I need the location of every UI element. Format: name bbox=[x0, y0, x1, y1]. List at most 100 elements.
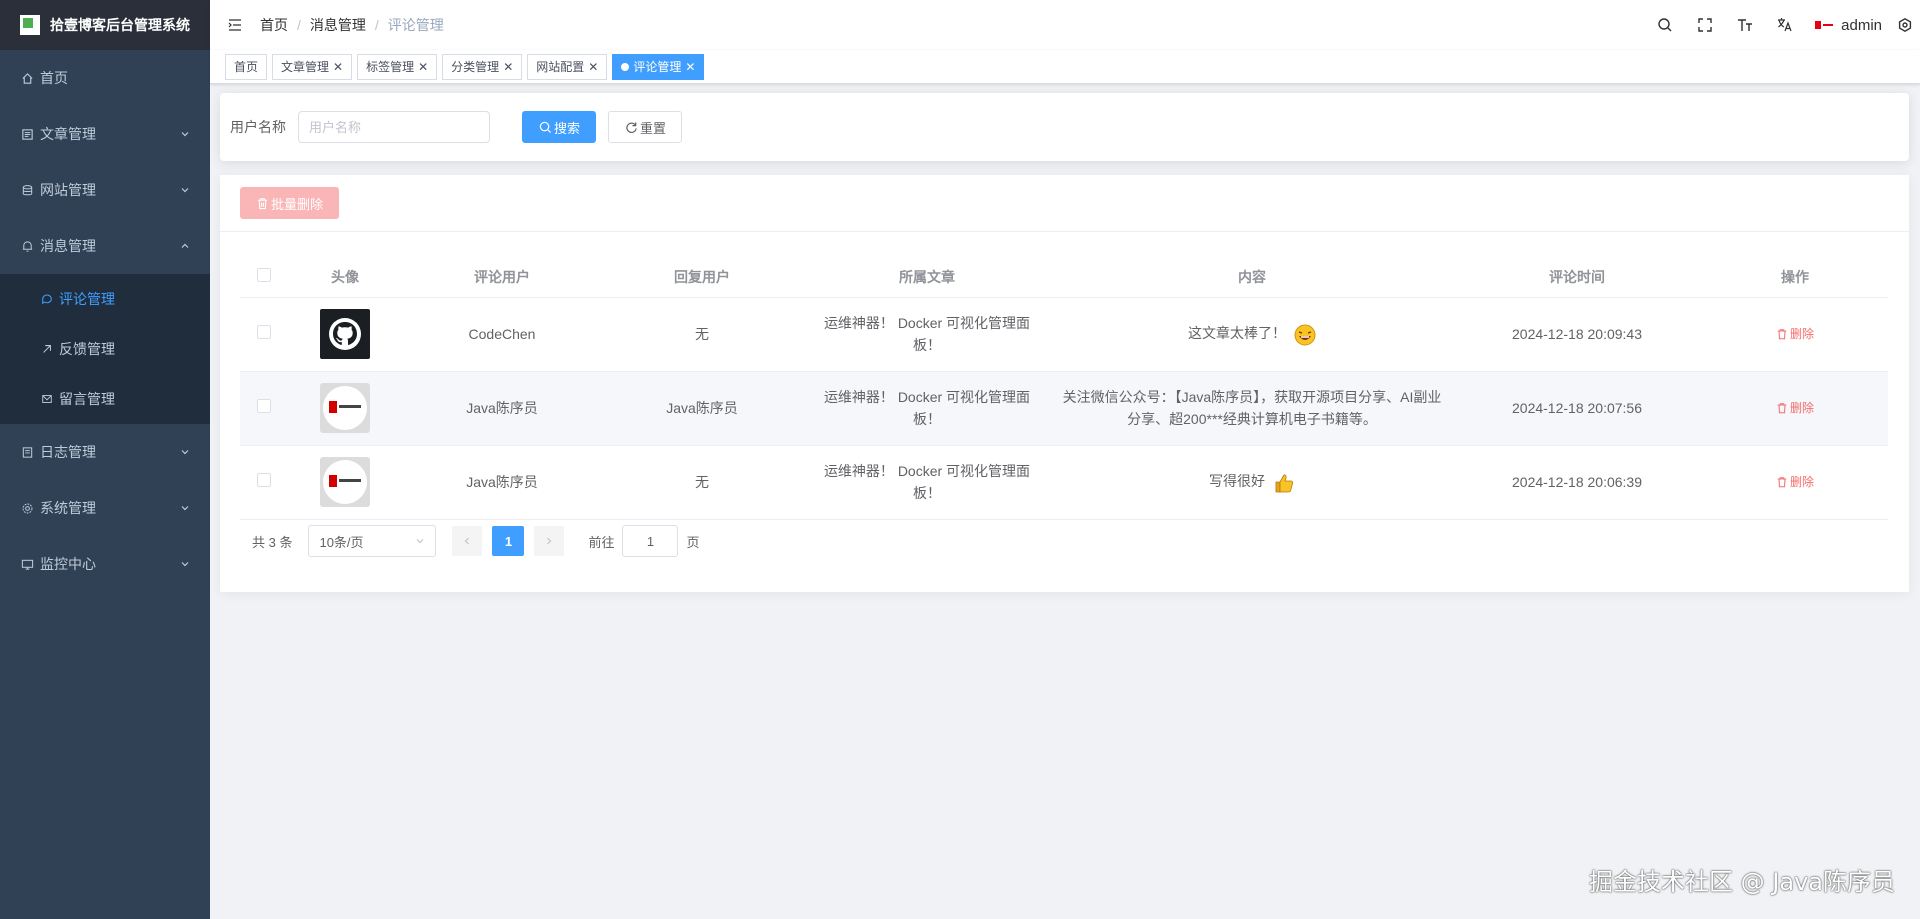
batch-delete-label: 批量删除 bbox=[271, 196, 324, 212]
search-button[interactable]: 搜索 bbox=[522, 111, 597, 143]
close-icon[interactable]: ✕ bbox=[685, 55, 695, 79]
database-icon bbox=[20, 183, 34, 197]
tag-tags[interactable]: 标签管理 ✕ bbox=[357, 53, 438, 80]
tag-site-config[interactable]: 网站配置 ✕ bbox=[527, 53, 608, 80]
batch-delete-button[interactable]: 批量删除 bbox=[240, 187, 340, 219]
column-header: 评论用户 bbox=[402, 257, 602, 298]
page-size-select[interactable]: 10条/页 bbox=[308, 525, 437, 557]
comment-time: 2024-12-18 20:06:39 bbox=[1452, 445, 1702, 520]
sidebar-item-website[interactable]: 网站管理 bbox=[0, 162, 210, 218]
pagination: 共 3 条 10条/页 1 前往 页 bbox=[252, 525, 700, 557]
tag-categories[interactable]: 分类管理 ✕ bbox=[442, 53, 523, 80]
column-header: 头像 bbox=[288, 257, 402, 298]
font-size-icon[interactable] bbox=[1725, 0, 1765, 50]
chevron-down-icon bbox=[181, 188, 189, 193]
tag-articles[interactable]: 文章管理 ✕ bbox=[272, 53, 353, 80]
breadcrumb: 首页 / 消息管理 / 评论管理 bbox=[260, 15, 444, 35]
sidebar-item-label: 评论管理 bbox=[59, 291, 115, 307]
sidebar-item-feedback[interactable]: 反馈管理 bbox=[0, 324, 210, 374]
sidebar-item-comments[interactable]: 评论管理 bbox=[0, 274, 210, 324]
sidebar-item-guestbook[interactable]: 留言管理 bbox=[0, 374, 210, 424]
next-page-button[interactable] bbox=[534, 526, 565, 556]
table-row: CodeChen 无 运维神器！ Docker 可视化管理面板！ 这文章太棒了！… bbox=[240, 297, 1888, 372]
breadcrumb-separator: / bbox=[374, 17, 379, 33]
row-checkbox[interactable] bbox=[257, 473, 271, 487]
select-all-cell bbox=[240, 257, 288, 298]
comment-content-cell: 写得很好 bbox=[1052, 445, 1452, 520]
menu-fold-icon[interactable] bbox=[225, 15, 245, 35]
log-icon bbox=[20, 445, 34, 459]
jump-page-input[interactable] bbox=[622, 525, 679, 557]
search-icon[interactable] bbox=[1645, 0, 1685, 50]
close-icon[interactable]: ✕ bbox=[503, 55, 513, 79]
feedback-icon bbox=[40, 342, 54, 356]
fullscreen-icon[interactable] bbox=[1685, 0, 1725, 50]
laughing-emoji-icon bbox=[1294, 324, 1316, 346]
table-row: Java陈序员 Java陈序员 运维神器！ Docker 可视化管理面板！ 关注… bbox=[240, 371, 1888, 446]
comment-content-cell: 这文章太棒了！ bbox=[1052, 297, 1452, 372]
tags-view: 首页 文章管理 ✕ 标签管理 ✕ 分类管理 ✕ 网站配置 ✕ 评论管理 ✕ bbox=[210, 50, 1920, 84]
settings-icon[interactable] bbox=[1890, 0, 1920, 50]
tag-label: 评论管理 bbox=[633, 59, 682, 74]
trash-icon bbox=[1777, 328, 1787, 339]
delete-button[interactable]: 删除 bbox=[1776, 323, 1814, 345]
row-checkbox[interactable] bbox=[257, 399, 271, 413]
sidebar-item-label: 系统管理 bbox=[40, 500, 96, 516]
breadcrumb-item[interactable]: 首页 bbox=[260, 15, 288, 35]
delete-label: 删除 bbox=[1789, 326, 1814, 341]
comment-content: 关注微信公众号：【Java陈序员】，获取开源项目分享、AI副业分享、超200**… bbox=[1062, 389, 1442, 427]
tag-comments[interactable]: 评论管理 ✕ bbox=[612, 53, 705, 80]
refresh-icon bbox=[624, 120, 638, 134]
table-header-row: 头像 评论用户 回复用户 所属文章 内容 评论时间 操作 bbox=[240, 257, 1888, 298]
breadcrumb-item-current: 评论管理 bbox=[387, 17, 444, 33]
close-icon[interactable]: ✕ bbox=[418, 55, 428, 79]
chevron-up-icon bbox=[181, 243, 189, 248]
sidebar-item-home[interactable]: 首页 bbox=[0, 50, 210, 106]
column-header: 操作 bbox=[1702, 257, 1888, 298]
pagination-total: 共 3 条 bbox=[252, 534, 293, 550]
chevron-down-icon bbox=[181, 132, 189, 137]
search-icon bbox=[538, 120, 552, 134]
tag-home[interactable]: 首页 bbox=[225, 53, 268, 80]
chevron-down-icon bbox=[181, 562, 189, 567]
trash-icon bbox=[256, 197, 269, 210]
flag-icon[interactable] bbox=[1815, 19, 1836, 31]
monitor-icon bbox=[20, 557, 34, 571]
breadcrumb-item[interactable]: 消息管理 bbox=[310, 15, 366, 35]
sidebar-item-logs[interactable]: 日志管理 bbox=[0, 424, 210, 480]
reset-button[interactable]: 重置 bbox=[608, 111, 683, 143]
delete-button[interactable]: 删除 bbox=[1776, 471, 1814, 493]
bell-icon bbox=[20, 239, 34, 253]
sidebar-item-label: 消息管理 bbox=[40, 238, 96, 254]
prev-page-button[interactable] bbox=[452, 526, 483, 556]
tag-label: 文章管理 bbox=[281, 59, 330, 74]
translate-icon[interactable] bbox=[1765, 0, 1805, 50]
logo-bar[interactable]: 拾壹博客后台管理系统 bbox=[0, 0, 210, 50]
watermark: 掘金技术社区 @ Java陈序员 bbox=[1589, 868, 1895, 896]
delete-button[interactable]: 删除 bbox=[1776, 397, 1814, 419]
mail-icon bbox=[40, 392, 54, 406]
delete-label: 删除 bbox=[1789, 474, 1814, 489]
page-number-current[interactable]: 1 bbox=[492, 526, 525, 556]
row-checkbox[interactable] bbox=[257, 325, 271, 339]
sidebar-item-monitor[interactable]: 监控中心 bbox=[0, 536, 210, 592]
tag-label: 分类管理 bbox=[451, 59, 500, 74]
thumbs-up-emoji-icon bbox=[1275, 474, 1294, 493]
comment-user: Java陈序员 bbox=[402, 371, 602, 446]
jump-suffix: 页 bbox=[686, 534, 700, 550]
sidebar-item-articles[interactable]: 文章管理 bbox=[0, 106, 210, 162]
sidebar-item-messages[interactable]: 消息管理 bbox=[0, 218, 210, 274]
sidebar-item-system[interactable]: 系统管理 bbox=[0, 480, 210, 536]
comments-table: 头像 评论用户 回复用户 所属文章 内容 评论时间 操作 CodeChen 无 … bbox=[240, 257, 1888, 520]
trash-icon bbox=[1777, 476, 1787, 487]
comment-time: 2024-12-18 20:09:43 bbox=[1452, 297, 1702, 372]
select-all-checkbox[interactable] bbox=[257, 268, 271, 283]
delete-label: 删除 bbox=[1789, 400, 1814, 415]
close-icon[interactable]: ✕ bbox=[588, 55, 598, 79]
chevron-down-icon bbox=[181, 450, 189, 455]
jump-prefix: 前往 bbox=[588, 534, 615, 550]
sidebar-item-label: 反馈管理 bbox=[59, 341, 115, 357]
close-icon[interactable]: ✕ bbox=[333, 55, 343, 79]
username-search-input[interactable] bbox=[298, 111, 490, 143]
user-name[interactable]: admin bbox=[1841, 17, 1882, 34]
